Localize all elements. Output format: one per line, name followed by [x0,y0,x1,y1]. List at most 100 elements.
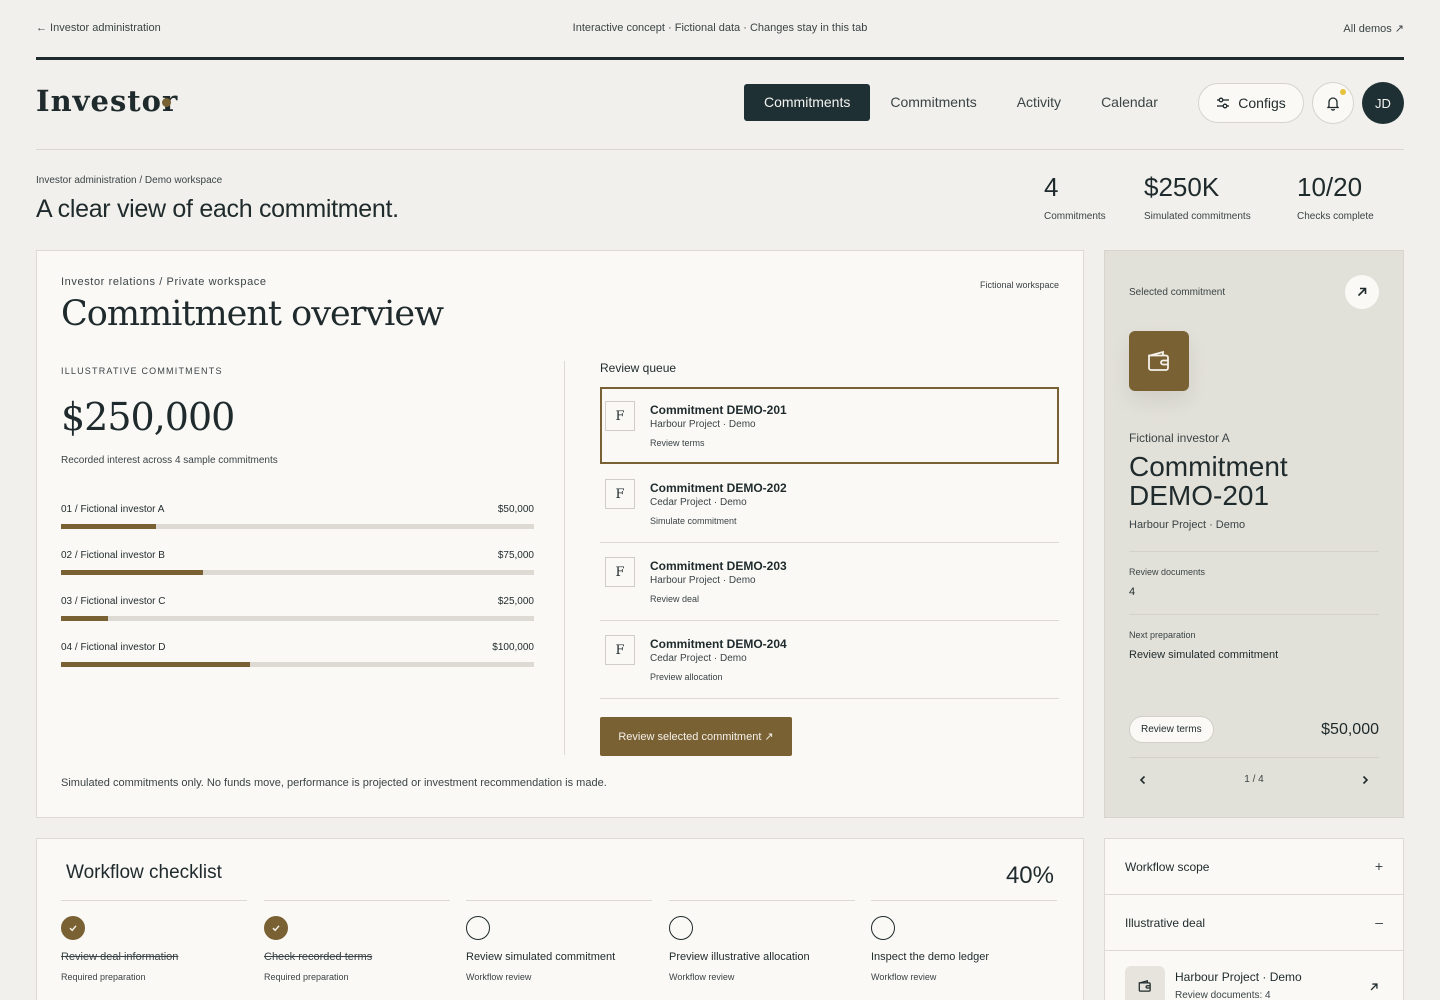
side-divider [1129,614,1379,615]
step-label: Review deal information [61,951,179,963]
checklist-step[interactable]: Preview illustrative allocation Workflow… [669,900,855,982]
review-terms-pill[interactable]: Review terms [1129,716,1214,743]
side-divider [1129,551,1379,552]
step-rule [871,900,1057,901]
arrow-up-right-icon [1370,983,1378,991]
side-divider [1129,757,1379,758]
queue-item-title: Commitment DEMO-201 [650,403,787,417]
stat-checks: 10/20 Checks complete [1297,172,1374,222]
queue-item-action: Review terms [650,438,705,448]
queue-badge: F [605,479,635,509]
wallet-tile [1129,331,1189,391]
step-rule [669,900,855,901]
queue-item-title: Commitment DEMO-202 [650,481,787,495]
deal-item-title: Harbour Project · Demo [1175,970,1302,984]
investor-label: 01 / Fictional investor A [61,504,165,515]
tab-activity[interactable]: Activity [997,84,1081,121]
investor-amount: $75,000 [497,550,534,561]
checklist-step[interactable]: Inspect the demo ledger Workflow review [871,900,1057,982]
wallet-icon [1148,350,1169,371]
queue-title: Review queue [600,361,677,375]
checkbox[interactable] [466,916,490,940]
next-button[interactable] [1355,770,1375,790]
step-label: Preview illustrative allocation [669,951,810,963]
progress-track [61,570,534,575]
brand-dot [162,98,171,107]
queue-item-title: Commitment DEMO-204 [650,637,787,651]
accordion-title: Illustrative deal [1125,916,1206,930]
accordion-workflow-scope[interactable]: Workflow scope + [1104,838,1404,895]
checkbox[interactable] [264,916,288,940]
checklist-step[interactable]: Check recorded terms Required preparatio… [264,900,450,982]
progress-fill [61,524,156,529]
queue-item-demo-204[interactable]: F Commitment DEMO-204 Cedar Project · De… [600,621,1059,699]
stat-value: 10/20 [1297,172,1363,202]
queue-item-subtitle: Harbour Project · Demo [650,419,756,430]
investor-row[interactable]: 03 / Fictional investor C $25,000 [61,596,534,621]
deal-item[interactable]: Harbour Project · Demo Review documents:… [1104,950,1404,1000]
demo-notice: Interactive concept · Fictional data · C… [572,22,868,34]
plus-icon: + [1374,858,1383,874]
queue-item-subtitle: Harbour Project · Demo [650,575,756,586]
queue-item-demo-201[interactable]: F Commitment DEMO-201 Harbour Project · … [600,387,1059,464]
investor-row[interactable]: 01 / Fictional investor A $50,000 [61,504,534,529]
accordion-illustrative-deal[interactable]: Illustrative deal – [1104,894,1404,951]
main-nav: Commitments Commitments Activity Calenda… [744,84,1178,121]
check-icon [69,925,77,932]
investor-label: 04 / Fictional investor D [61,642,166,653]
step-label: Inspect the demo ledger [871,951,990,963]
top-bar: ← Investor administration Interactive co… [36,0,1404,58]
deal-open-button[interactable] [1369,979,1379,997]
brand-logo[interactable]: Investor [36,84,178,118]
accordion-title: Workflow scope [1125,860,1210,874]
checkbox[interactable] [871,916,895,940]
queue-item-demo-202[interactable]: F Commitment DEMO-202 Cedar Project · De… [600,465,1059,543]
open-commitment-button[interactable] [1345,275,1379,309]
selected-amount: $50,000 [1321,721,1379,738]
stat-value: 4 [1044,172,1059,202]
checkbox[interactable] [669,916,693,940]
checkbox[interactable] [61,916,85,940]
stat-commitments: 4 Commitments [1044,172,1106,222]
notification-dot [1340,89,1346,95]
bell-icon [1326,97,1340,111]
minus-icon: – [1375,914,1383,930]
tab-commitments[interactable]: Commitments [744,84,871,121]
section-divider [36,149,1404,150]
all-demos-link[interactable]: All demos ↗ [1343,22,1404,35]
avatar[interactable]: JD [1362,82,1404,124]
review-selected-button[interactable]: Review selected commitment ↗ [600,717,792,756]
step-sub: Workflow review [669,972,735,982]
queue-item-subtitle: Cedar Project · Demo [650,497,747,508]
selected-title: Commitment DEMO-201 [1129,452,1288,510]
investor-row[interactable]: 04 / Fictional investor D $100,000 [61,642,534,667]
queue-item-demo-203[interactable]: F Commitment DEMO-203 Harbour Project · … [600,543,1059,621]
column-divider [564,361,565,755]
notifications-button[interactable] [1312,82,1354,124]
tab-calendar[interactable]: Calendar [1081,84,1178,121]
stat-label: Simulated commitments [1144,211,1251,222]
wallet-icon [1138,980,1151,992]
checklist-step[interactable]: Review simulated commitment Workflow rev… [466,900,652,982]
disclaimer: Simulated commitments only. No funds mov… [61,777,607,789]
step-rule [264,900,450,901]
configs-label: Configs [1238,95,1286,111]
tab-commitments-secondary[interactable]: Commitments [870,84,996,121]
queue-badge: F [605,635,635,665]
configs-button[interactable]: Configs [1198,83,1304,123]
step-sub: Required preparation [264,972,349,982]
deal-wallet-tile [1125,966,1165,1000]
progress-fill [61,662,251,667]
selected-label: Selected commitment [1129,287,1226,298]
checklist-step[interactable]: Review deal information Required prepara… [61,900,247,982]
selected-title-line1: Commitment [1129,451,1288,482]
section-label: ILLUSTRATIVE COMMITMENTS [61,366,223,376]
chevron-right-icon [1362,775,1369,785]
deal-item-sub: Review documents: 4 [1175,990,1271,1000]
progress-track [61,616,534,621]
step-label: Review simulated commitment [466,951,616,963]
check-icon [272,925,280,932]
workflow-percent: 40% [1005,862,1054,889]
progress-track [61,524,534,529]
investor-row[interactable]: 02 / Fictional investor B $75,000 [61,550,534,575]
